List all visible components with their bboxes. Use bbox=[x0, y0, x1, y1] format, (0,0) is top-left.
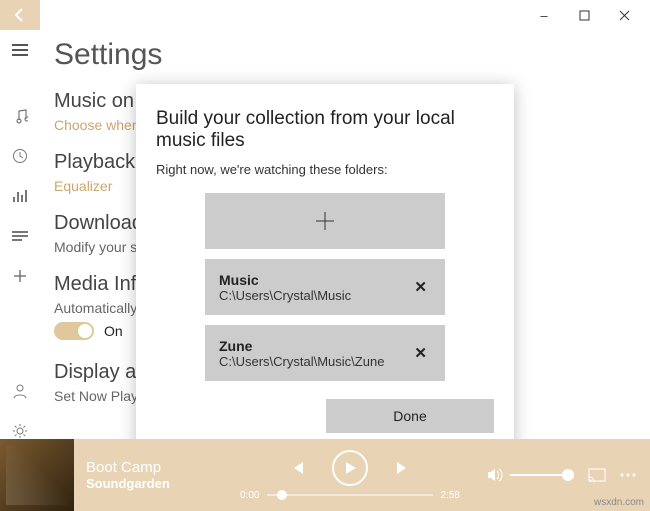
sidebar-item-nowplaying[interactable] bbox=[0, 176, 40, 216]
choose-folders-dialog: Build your collection from your local mu… bbox=[136, 84, 514, 453]
folder-name: Music bbox=[219, 272, 351, 288]
add-folder-button[interactable] bbox=[205, 193, 445, 249]
album-art[interactable] bbox=[0, 439, 74, 511]
close-icon bbox=[619, 10, 630, 21]
sidebar-item-music[interactable] bbox=[0, 96, 40, 136]
time-elapsed: 0:00 bbox=[240, 490, 259, 501]
close-window-button[interactable] bbox=[604, 1, 644, 29]
done-button[interactable]: Done bbox=[326, 399, 494, 433]
folder-row[interactable]: Zune C:\Users\Crystal\Music\Zune ✕ bbox=[205, 325, 445, 381]
track-info[interactable]: Boot Camp Soundgarden bbox=[74, 459, 214, 491]
arrow-left-icon bbox=[12, 7, 28, 23]
skip-previous-icon bbox=[288, 459, 306, 477]
playlist-icon bbox=[12, 229, 28, 243]
window-titlebar: – bbox=[0, 0, 650, 30]
play-button[interactable] bbox=[332, 450, 368, 486]
menu-icon bbox=[12, 43, 28, 57]
folder-path: C:\Users\Crystal\Music\Zune bbox=[219, 354, 384, 369]
more-icon bbox=[620, 473, 636, 477]
dialog-title: Build your collection from your local mu… bbox=[156, 108, 494, 152]
sidebar-item-add[interactable] bbox=[0, 256, 40, 296]
watermark: wsxdn.com bbox=[594, 497, 644, 508]
track-artist: Soundgarden bbox=[86, 476, 202, 491]
folder-path: C:\Users\Crystal\Music bbox=[219, 288, 351, 303]
maximize-button[interactable] bbox=[564, 1, 604, 29]
sidebar bbox=[0, 0, 40, 451]
playback-controls: 0:00 2:58 bbox=[214, 450, 486, 501]
dialog-description: Right now, we're watching these folders: bbox=[156, 162, 494, 177]
plus-icon bbox=[315, 211, 335, 231]
sidebar-item-playlists[interactable] bbox=[0, 216, 40, 256]
now-playing-bar: Boot Camp Soundgarden 0:00 2:58 bbox=[0, 439, 650, 511]
volume-icon bbox=[486, 466, 504, 484]
mediainfo-toggle[interactable]: On bbox=[54, 322, 123, 340]
cast-button[interactable] bbox=[588, 468, 606, 482]
toggle-pill-on bbox=[54, 322, 94, 340]
previous-button[interactable] bbox=[288, 459, 306, 477]
volume-control[interactable] bbox=[486, 466, 574, 484]
remove-folder-button[interactable]: ✕ bbox=[410, 340, 431, 366]
music-note-icon bbox=[12, 108, 28, 124]
back-button[interactable] bbox=[0, 0, 40, 30]
plus-icon bbox=[12, 268, 28, 284]
cast-icon bbox=[588, 468, 606, 482]
track-title: Boot Camp bbox=[86, 459, 202, 476]
bars-icon bbox=[12, 188, 28, 204]
more-button[interactable] bbox=[620, 473, 636, 477]
folder-row[interactable]: Music C:\Users\Crystal\Music ✕ bbox=[205, 259, 445, 315]
gear-icon bbox=[12, 423, 28, 439]
skip-next-icon bbox=[394, 459, 412, 477]
folder-name: Zune bbox=[219, 338, 384, 354]
time-total: 2:58 bbox=[441, 490, 460, 501]
next-button[interactable] bbox=[394, 459, 412, 477]
hamburger-menu[interactable] bbox=[0, 30, 40, 70]
play-icon bbox=[343, 461, 357, 475]
square-icon bbox=[579, 10, 590, 21]
clock-icon bbox=[12, 148, 28, 164]
sidebar-item-account[interactable] bbox=[0, 371, 40, 411]
secondary-controls bbox=[486, 466, 650, 484]
minimize-button[interactable]: – bbox=[524, 1, 564, 29]
person-icon bbox=[12, 383, 28, 399]
page-title: Settings bbox=[54, 38, 636, 72]
toggle-label: On bbox=[104, 323, 123, 339]
progress-bar[interactable]: 0:00 2:58 bbox=[240, 490, 460, 501]
sidebar-item-recent[interactable] bbox=[0, 136, 40, 176]
remove-folder-button[interactable]: ✕ bbox=[410, 274, 431, 300]
